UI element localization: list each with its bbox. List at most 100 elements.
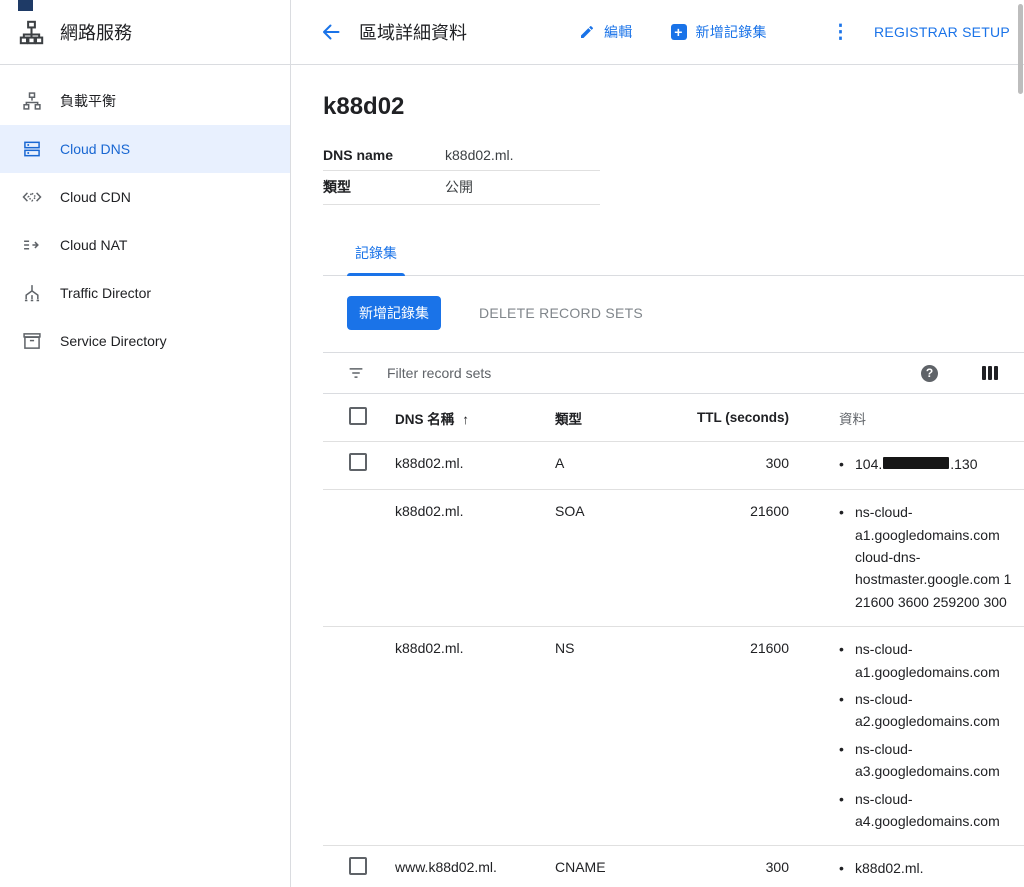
table-row[interactable]: www.k88d02.ml. CNAME 300 k88d02.ml.	[323, 845, 1024, 887]
add-box-icon: +	[670, 24, 687, 40]
bullet-icon	[839, 688, 855, 733]
record-data-item: k88d02.ml.	[839, 857, 1024, 879]
record-data-item: ns-cloud-a4.googledomains.com	[839, 788, 1024, 833]
sidebar-item-cloud-dns[interactable]: Cloud DNS	[0, 125, 290, 173]
delete-record-sets-button[interactable]: DELETE RECORD SETS	[479, 305, 643, 321]
sidebar-item-cloud-cdn[interactable]: Cloud CDN	[0, 173, 290, 221]
scrollbar[interactable]	[1018, 4, 1023, 94]
detail-row-dns-name: DNS name k88d02.ml.	[323, 141, 600, 171]
record-data-item: ns-cloud-a2.googledomains.com	[839, 688, 1024, 733]
sidebar-item-label: Cloud NAT	[60, 237, 128, 253]
sidebar-nav: 負載平衡 Cloud DNS Cloud CDN Cloud NAT Traff…	[0, 65, 290, 365]
sidebar-item-label: Traffic Director	[60, 285, 152, 301]
record-data-list: 104..130	[839, 453, 1024, 475]
column-header-type[interactable]: 類型	[555, 394, 641, 442]
record-name: k88d02.ml.	[395, 503, 464, 520]
record-data-list: ns-cloud-a1.googledomains.com ns-cloud-a…	[839, 638, 1024, 832]
filter-icon	[347, 364, 365, 382]
sidebar-item-label: Service Directory	[60, 333, 167, 349]
sidebar-item-cloud-nat[interactable]: Cloud NAT	[0, 221, 290, 269]
cloud-dns-icon	[22, 139, 42, 159]
table-header-row: DNS 名稱 ↑ 類型 TTL (seconds) 資料	[323, 394, 1024, 442]
add-record-label: 新增記錄集	[695, 24, 767, 40]
record-name: k88d02.ml.	[395, 455, 464, 471]
registrar-setup-button[interactable]: REGISTRAR SETUP	[874, 24, 1010, 40]
add-record-set-button[interactable]: 新增記錄集	[347, 296, 441, 330]
record-data-list: ns-cloud-a1.googledomains.com cloud-dns-…	[839, 501, 1024, 613]
table-row[interactable]: k88d02.ml. NS 21600 ns-cloud-a1.googledo…	[323, 626, 1024, 846]
page-title: 區域詳細資料	[359, 23, 467, 43]
back-button[interactable]	[319, 20, 343, 44]
column-header-ttl[interactable]: TTL (seconds)	[641, 394, 789, 442]
detail-value: 公開	[445, 179, 473, 195]
zone-detail-content: k88d02 DNS name k88d02.ml. 類型 公開 記錄集 新增記…	[291, 65, 1024, 887]
table-row[interactable]: k88d02.ml. SOA 21600 ns-cloud-a1.googled…	[323, 489, 1024, 627]
bullet-icon	[839, 857, 855, 879]
select-all-checkbox[interactable]	[349, 407, 367, 425]
more-options-button[interactable]: ⋮	[823, 23, 858, 42]
row-checkbox[interactable]	[349, 453, 367, 471]
record-sets-table: DNS 名稱 ↑ 類型 TTL (seconds) 資料 k88d02.ml. A…	[323, 394, 1024, 887]
detail-row-type: 類型 公開	[323, 171, 600, 205]
bullet-icon	[839, 788, 855, 833]
column-header-dns-name[interactable]: DNS 名稱 ↑	[395, 394, 555, 442]
record-data-item: ns-cloud-a1.googledomains.com	[839, 638, 1024, 683]
sidebar-item-load-balancing[interactable]: 負載平衡	[0, 77, 290, 125]
traffic-director-icon	[22, 283, 42, 303]
record-data-list: k88d02.ml.	[839, 857, 1024, 879]
help-icon[interactable]: ?	[921, 364, 938, 382]
service-directory-icon	[22, 331, 42, 351]
add-record-set-header-button[interactable]: + 新增記錄集	[670, 22, 767, 42]
filter-record-sets-input[interactable]	[385, 364, 921, 382]
sidebar-item-service-directory[interactable]: Service Directory	[0, 317, 290, 365]
record-name: www.k88d02.ml.	[395, 859, 497, 876]
zone-details: DNS name k88d02.ml. 類型 公開	[323, 141, 600, 205]
sort-ascending-icon: ↑	[462, 411, 470, 427]
sidebar-item-traffic-director[interactable]: Traffic Director	[0, 269, 290, 317]
bullet-icon	[839, 638, 855, 683]
sidebar-item-label: Cloud CDN	[60, 189, 131, 205]
table-row[interactable]: k88d02.ml. A 300 104..130	[323, 441, 1024, 490]
record-ttl: 21600	[750, 640, 789, 657]
record-ttl: 300	[765, 859, 789, 876]
page-header: 區域詳細資料 編輯 + 新增記錄集 ⋮ REGISTRAR SETUP	[291, 0, 1024, 65]
main-panel: 區域詳細資料 編輯 + 新增記錄集 ⋮ REGISTRAR SETUP k88d…	[291, 0, 1024, 887]
record-set-toolbar: 新增記錄集 DELETE RECORD SETS	[347, 296, 1024, 330]
column-display-options-icon[interactable]	[982, 366, 998, 380]
cloud-nat-icon	[22, 235, 42, 255]
redaction-bar	[883, 457, 950, 469]
bullet-icon	[839, 453, 855, 475]
column-header-data: 資料	[839, 411, 866, 427]
zone-name-heading: k88d02	[323, 93, 405, 120]
edit-label: 編輯	[604, 24, 633, 40]
sidebar-title: 網路服務	[60, 23, 132, 43]
record-type: NS	[555, 640, 575, 657]
app-root: 網路服務 負載平衡 Cloud DNS Cloud CDN Cloud NAT …	[0, 0, 1024, 887]
edit-button[interactable]: 編輯	[579, 22, 633, 42]
more-vertical-icon: ⋮	[831, 21, 850, 43]
sidebar: 網路服務 負載平衡 Cloud DNS Cloud CDN Cloud NAT …	[0, 0, 291, 887]
filter-bar: ?	[323, 352, 1024, 394]
sidebar-item-label: 負載平衡	[60, 93, 116, 109]
detail-label: DNS name	[323, 147, 394, 163]
tab-record-sets[interactable]: 記錄集	[347, 243, 405, 276]
record-type: SOA	[555, 503, 585, 520]
sidebar-header: 網路服務	[0, 0, 290, 65]
cropped-ui-fragment	[18, 0, 33, 11]
record-data-item: 104..130	[839, 453, 1024, 475]
pencil-icon	[579, 24, 595, 40]
cloud-cdn-icon	[22, 187, 42, 207]
detail-label: 類型	[323, 179, 351, 195]
network-services-icon	[18, 19, 45, 46]
row-checkbox[interactable]	[349, 857, 367, 876]
load-balancing-icon	[22, 91, 42, 111]
record-name: k88d02.ml.	[395, 640, 464, 657]
detail-value: k88d02.ml.	[445, 147, 514, 163]
tab-bar: 記錄集	[323, 243, 1024, 276]
record-type: A	[555, 455, 565, 471]
bullet-icon	[839, 738, 855, 783]
record-data-item: ns-cloud-a3.googledomains.com	[839, 738, 1024, 783]
bullet-icon	[839, 501, 855, 613]
record-ttl: 300	[765, 455, 789, 471]
record-type: CNAME	[555, 859, 606, 876]
